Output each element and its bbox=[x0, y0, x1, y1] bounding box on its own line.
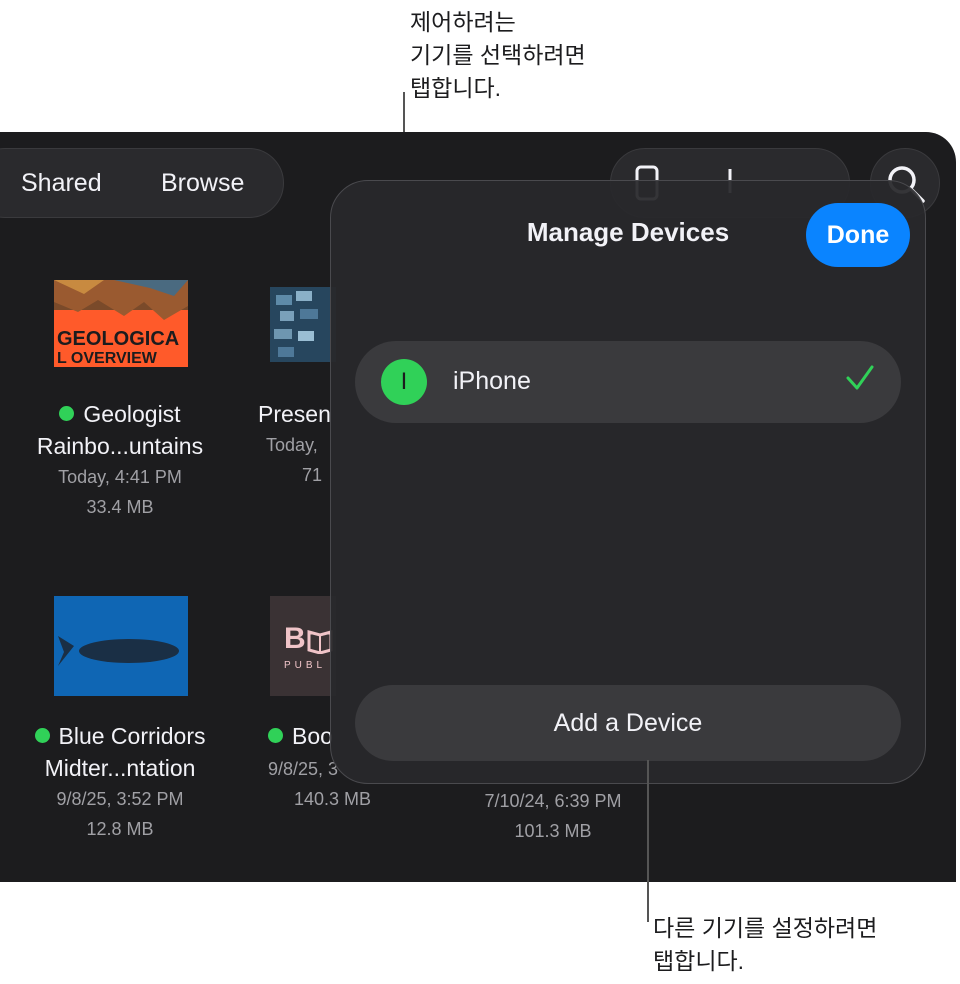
building-image bbox=[274, 291, 318, 357]
tab-switcher: Shared Browse bbox=[0, 148, 284, 218]
status-dot bbox=[59, 406, 75, 421]
done-button[interactable]: Done bbox=[806, 203, 910, 267]
callout-line-bottom bbox=[647, 760, 649, 922]
tab-browse[interactable]: Browse bbox=[161, 169, 244, 198]
file-item[interactable]: Presen Today, 71 bbox=[258, 398, 338, 490]
file-thumbnail[interactable]: B PUBL bbox=[270, 596, 336, 696]
add-device-button[interactable]: Add a Device bbox=[355, 685, 901, 761]
files-app: Shared Browse GEOLOGICA L OVERVIEW Geolo… bbox=[0, 132, 956, 882]
file-thumbnail[interactable]: GEOLOGICA L OVERVIEW bbox=[54, 280, 188, 367]
file-item[interactable]: 7/10/24, 6:39 PM 101.3 MB bbox=[468, 786, 638, 846]
thumbnail-subtitle: PUBL bbox=[284, 660, 327, 671]
file-thumbnail[interactable] bbox=[270, 287, 336, 362]
device-avatar: I bbox=[381, 359, 427, 405]
checkmark-icon bbox=[846, 365, 874, 390]
thumbnail-title: B bbox=[284, 622, 306, 655]
thumbnail-subtitle: L OVERVIEW bbox=[57, 350, 157, 367]
file-thumbnail[interactable] bbox=[54, 596, 188, 696]
manage-devices-sheet: Manage Devices Done I iPhone Add a Devic… bbox=[330, 180, 926, 784]
thumbnail-title: GEOLOGICA bbox=[57, 328, 180, 350]
status-dot bbox=[268, 728, 283, 743]
callout-select-device: 제어하려는 기기를 선택하려면 탭합니다. bbox=[410, 9, 586, 101]
tab-shared[interactable]: Shared bbox=[21, 169, 102, 198]
device-row-iphone[interactable]: I iPhone bbox=[355, 341, 901, 423]
callout-add-device: 다른 기기를 설정하려면 탭합니다. bbox=[653, 915, 878, 974]
status-dot bbox=[34, 728, 50, 743]
file-item[interactable]: Geologist Rainbo...untains Today, 4:41 P… bbox=[30, 398, 210, 522]
device-name: iPhone bbox=[453, 367, 531, 395]
file-item[interactable]: Blue Corridors Midter...ntation 9/8/25, … bbox=[22, 720, 218, 844]
whale-image bbox=[54, 596, 188, 696]
